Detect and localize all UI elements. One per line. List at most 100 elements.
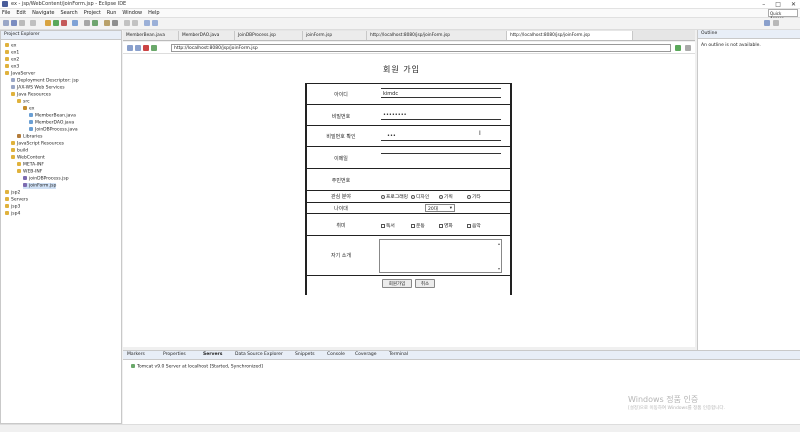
tree-item[interactable]: ex2 [5,57,19,63]
save-icon[interactable] [11,20,17,26]
checkbox-icon[interactable] [467,223,471,228]
stop-icon[interactable] [61,20,67,26]
checkbox-icon[interactable] [439,223,443,228]
tree-item[interactable]: ex3 [5,64,19,70]
tree-item[interactable]: JAX-WS Web Services [11,85,65,91]
forward-icon[interactable] [152,20,158,26]
tab-servers[interactable]: Servers [203,352,222,357]
tab-properties[interactable]: Properties [163,352,186,357]
tree-item[interactable]: joinDBProcess.jsp [23,176,69,182]
radio-icon[interactable] [439,194,443,199]
new-java-class-icon[interactable] [92,20,98,26]
tab-coverage[interactable]: Coverage [355,352,377,357]
java-ee-perspective-icon[interactable] [764,20,770,26]
go-icon[interactable] [675,45,681,51]
menu-search[interactable]: Search [61,10,78,16]
tree-item[interactable]: jsp3 [5,204,20,210]
tree-item[interactable]: ex [5,43,16,49]
stop-loading-icon[interactable] [143,45,149,51]
radio-icon[interactable] [467,194,471,199]
save-all-icon[interactable] [19,20,25,26]
maximize-button[interactable]: □ [775,1,781,8]
tree-item[interactable]: jsp4 [5,211,20,217]
tree-item[interactable]: ex [23,106,34,112]
tree-item-selected[interactable]: joinForm.jsp [23,183,57,189]
tree-item[interactable]: Libraries [17,134,42,140]
menu-project[interactable]: Project [84,10,101,16]
tree-item[interactable]: JavaServer [5,71,35,77]
menu-edit[interactable]: Edit [16,10,26,16]
submit-button[interactable]: 회원가입 [382,279,412,288]
menu-run[interactable]: Run [107,10,117,16]
tree-item[interactable]: Java Resources [11,92,51,98]
tab-join-form[interactable]: joinForm.jsp [303,31,367,40]
hobby-option[interactable]: 음악 [467,222,481,229]
tab-terminal[interactable]: Terminal [389,352,408,357]
checkbox-icon[interactable] [381,223,385,228]
interest-option[interactable]: 프로그래밍 [381,193,408,200]
print-icon[interactable] [30,20,36,26]
password-confirm-input[interactable]: ••• [387,133,396,139]
tree-item[interactable]: WEB-INF [17,169,42,175]
tab-snippets[interactable]: Snippets [295,352,315,357]
reset-button[interactable]: 취소 [415,279,435,288]
tree-item[interactable]: MemberBean.java [29,113,76,119]
tree-item[interactable]: src [17,99,30,105]
hobby-option[interactable]: 독서 [381,222,395,229]
menu-window[interactable]: Window [122,10,142,16]
radio-icon[interactable] [411,194,415,199]
annotation-next-icon[interactable] [124,20,130,26]
debug-icon[interactable] [45,20,51,26]
project-explorer-tab[interactable]: Project Explorer [1,31,121,40]
tab-browser-1[interactable]: http://localhost:8080/jsp/joinForm.jsp [367,31,507,40]
tab-browser-active[interactable]: http://localhost:8080/jsp/joinForm.jsp [507,31,633,40]
tree-item[interactable]: build [11,148,28,154]
scroll-down-icon[interactable]: ▾ [498,266,500,271]
tab-markers[interactable]: Markers [127,352,145,357]
interest-option[interactable]: 기획 [439,193,453,200]
tab-member-bean[interactable]: MemberBean.java [123,31,179,40]
tab-console[interactable]: Console [327,352,345,357]
annotation-prev-icon[interactable] [132,20,138,26]
browser-menu-icon[interactable] [685,45,691,51]
tree-item[interactable]: WebContent [11,155,45,161]
external-tools-icon[interactable] [72,20,78,26]
hobby-option[interactable]: 운동 [411,222,425,229]
tree-item[interactable]: META-INF [17,162,44,168]
menu-file[interactable]: File [2,10,10,16]
close-button[interactable]: ✕ [791,1,796,8]
age-select[interactable]: 20대 ▾ [425,204,455,212]
new-java-package-icon[interactable] [84,20,90,26]
interest-option[interactable]: 디자인 [411,193,429,200]
back-icon[interactable] [144,20,150,26]
minimize-button[interactable]: – [762,1,765,8]
refresh-icon[interactable] [151,45,157,51]
tab-member-dao[interactable]: MemberDAO.java [179,31,235,40]
scroll-up-icon[interactable]: ▴ [498,241,500,246]
checkbox-icon[interactable] [411,223,415,228]
tree-item[interactable]: JavaScript Resources [11,141,64,147]
tree-item[interactable]: jsp2 [5,190,20,196]
hobby-option[interactable]: 영화 [439,222,453,229]
tab-data-source-explorer[interactable]: Data Source Explorer [235,352,283,357]
url-input[interactable]: http://localhost:8080/jsp/joinForm.jsp [171,44,671,52]
open-type-icon[interactable] [104,20,110,26]
password-input[interactable]: •••••••• [383,112,407,118]
search-icon[interactable] [112,20,118,26]
intro-textarea[interactable]: ▴ ▾ [379,239,502,273]
tree-item[interactable]: MemberDAO.java [29,120,74,126]
open-perspective-icon[interactable] [773,20,779,26]
back-arrow-icon[interactable] [127,45,133,51]
interest-option[interactable]: 기타 [467,193,481,200]
server-entry[interactable]: Tomcat v9.0 Server at localhost [Started… [131,364,263,370]
run-icon[interactable] [53,20,59,26]
tab-join-db-process[interactable]: JoinDBProcess.jsp [235,31,303,40]
radio-icon[interactable] [381,194,385,199]
tree-item[interactable]: ex1 [5,50,19,56]
menu-navigate[interactable]: Navigate [32,10,54,16]
menu-help[interactable]: Help [148,10,159,16]
forward-arrow-icon[interactable] [135,45,141,51]
quick-access-input[interactable]: Quick Access [768,9,798,21]
tree-item[interactable]: Servers [5,197,28,203]
new-icon[interactable] [3,20,9,26]
